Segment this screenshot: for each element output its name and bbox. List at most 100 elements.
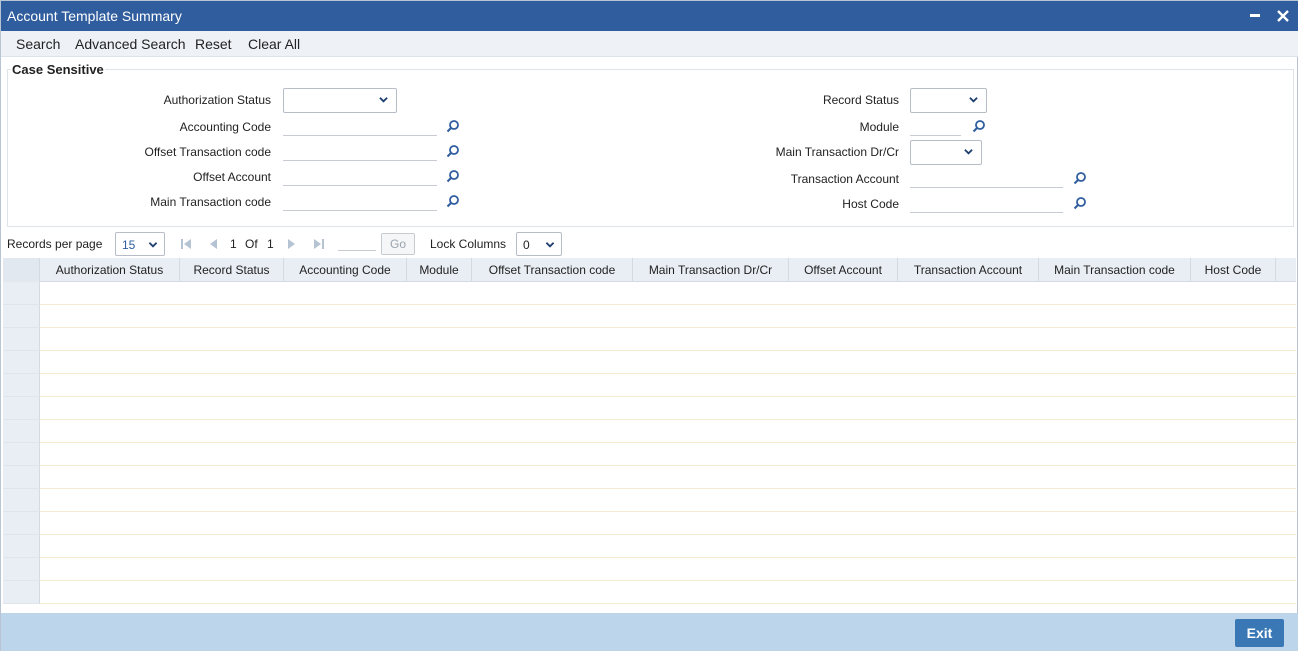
table-row[interactable]	[3, 489, 1296, 512]
chevron-down-icon	[964, 149, 973, 155]
host-code-label: Host Code	[842, 197, 899, 211]
table-row[interactable]	[3, 466, 1296, 489]
row-selector[interactable]	[3, 489, 40, 512]
chevron-down-icon	[969, 97, 978, 103]
accounting-code-label: Accounting Code	[179, 120, 271, 134]
main-transaction-code-label: Main Transaction code	[150, 195, 271, 209]
next-page-icon[interactable]	[287, 239, 297, 249]
lock-columns-value: 0	[523, 238, 530, 252]
pagination-bar: Records per page 15 1 Of 1 Go Lock Colum…	[1, 230, 1298, 258]
footer-bar: Exit	[1, 613, 1298, 651]
row-selector[interactable]	[3, 512, 40, 535]
reset-button[interactable]: Reset	[195, 36, 232, 52]
close-button[interactable]	[1273, 5, 1293, 27]
table-row[interactable]	[3, 282, 1296, 305]
title-bar: Account Template Summary	[1, 1, 1298, 31]
column-header[interactable]: Main Transaction Dr/Cr	[633, 258, 789, 282]
column-header[interactable]: Offset Account	[789, 258, 898, 282]
records-per-page-label: Records per page	[7, 237, 103, 251]
table-row[interactable]	[3, 351, 1296, 374]
case-sensitive-legend: Case Sensitive	[11, 62, 105, 77]
row-selector[interactable]	[3, 558, 40, 581]
chevron-down-icon	[545, 242, 555, 248]
table-row[interactable]	[3, 558, 1296, 581]
main-transaction-drcr-select[interactable]	[910, 140, 982, 165]
account-template-summary-window: Account Template Summary Search Advanced…	[0, 0, 1298, 651]
last-page-icon[interactable]	[314, 239, 324, 249]
search-icon[interactable]	[1073, 196, 1087, 210]
toolbar: Search Advanced Search Reset Clear All	[1, 31, 1298, 57]
total-pages: 1	[267, 237, 274, 251]
table-row[interactable]	[3, 443, 1296, 466]
offset-transaction-code-label: Offset Transaction code	[144, 145, 271, 159]
authorization-status-select[interactable]	[283, 88, 397, 113]
row-selector[interactable]	[3, 581, 40, 604]
row-selector[interactable]	[3, 397, 40, 420]
exit-button[interactable]: Exit	[1235, 619, 1284, 647]
column-header[interactable]: Main Transaction code	[1039, 258, 1191, 282]
host-code-input[interactable]	[910, 195, 1063, 213]
row-selector[interactable]	[3, 420, 40, 443]
offset-account-input[interactable]	[283, 168, 437, 186]
table-row[interactable]	[3, 512, 1296, 535]
column-header[interactable]: Offset Transaction code	[472, 258, 633, 282]
clear-all-button[interactable]: Clear All	[248, 36, 300, 52]
transaction-account-input[interactable]	[910, 170, 1063, 188]
row-selector[interactable]	[3, 466, 40, 489]
table-row[interactable]	[3, 397, 1296, 420]
search-icon[interactable]	[446, 119, 460, 133]
table-row[interactable]	[3, 374, 1296, 397]
column-header[interactable]: Transaction Account	[898, 258, 1039, 282]
advanced-search-button[interactable]: Advanced Search	[75, 36, 186, 52]
search-icon[interactable]	[446, 144, 460, 158]
window-title: Account Template Summary	[7, 8, 182, 24]
table-row[interactable]	[3, 535, 1296, 558]
search-icon[interactable]	[446, 169, 460, 183]
main-transaction-code-input[interactable]	[283, 193, 437, 211]
row-selector[interactable]	[3, 282, 40, 305]
offset-account-label: Offset Account	[193, 170, 271, 184]
records-per-page-select[interactable]: 15	[115, 232, 165, 256]
go-to-page-input[interactable]	[338, 241, 376, 251]
authorization-status-label: Authorization Status	[163, 93, 271, 107]
module-label: Module	[859, 120, 899, 134]
lock-columns-select[interactable]: 0	[516, 232, 562, 256]
search-button[interactable]: Search	[16, 36, 60, 52]
column-header[interactable]: Accounting Code	[284, 258, 407, 282]
column-header[interactable]: Authorization Status	[40, 258, 180, 282]
minimize-button[interactable]	[1245, 5, 1265, 27]
module-input[interactable]	[910, 118, 961, 136]
column-header[interactable]: Record Status	[180, 258, 284, 282]
previous-page-icon[interactable]	[208, 239, 218, 249]
chevron-down-icon	[148, 242, 158, 248]
search-icon[interactable]	[1073, 171, 1087, 185]
row-selector[interactable]	[3, 305, 40, 328]
record-status-label: Record Status	[822, 93, 899, 107]
row-selector[interactable]	[3, 351, 40, 374]
go-button[interactable]: Go	[381, 233, 415, 255]
main-transaction-drcr-label: Main Transaction Dr/Cr	[775, 145, 899, 159]
search-icon[interactable]	[972, 119, 986, 133]
row-selector[interactable]	[3, 535, 40, 558]
column-header[interactable]: Host Code	[1191, 258, 1276, 282]
first-page-icon[interactable]	[181, 239, 191, 249]
offset-transaction-code-input[interactable]	[283, 143, 437, 161]
transaction-account-label: Transaction Account	[790, 172, 899, 186]
lock-columns-label: Lock Columns	[430, 237, 507, 251]
search-icon[interactable]	[446, 194, 460, 208]
table-row[interactable]	[3, 328, 1296, 351]
accounting-code-input[interactable]	[283, 118, 437, 136]
row-selector[interactable]	[3, 328, 40, 351]
current-page: 1	[230, 237, 237, 251]
column-header[interactable]: Module	[407, 258, 472, 282]
table-row[interactable]	[3, 420, 1296, 443]
of-label: Of	[245, 237, 258, 251]
select-all-cell[interactable]	[3, 258, 40, 282]
row-selector[interactable]	[3, 374, 40, 397]
chevron-down-icon	[379, 97, 388, 103]
table-row[interactable]	[3, 581, 1296, 604]
record-status-select[interactable]	[910, 88, 987, 113]
records-per-page-value: 15	[122, 238, 136, 252]
table-row[interactable]	[3, 305, 1296, 328]
row-selector[interactable]	[3, 443, 40, 466]
